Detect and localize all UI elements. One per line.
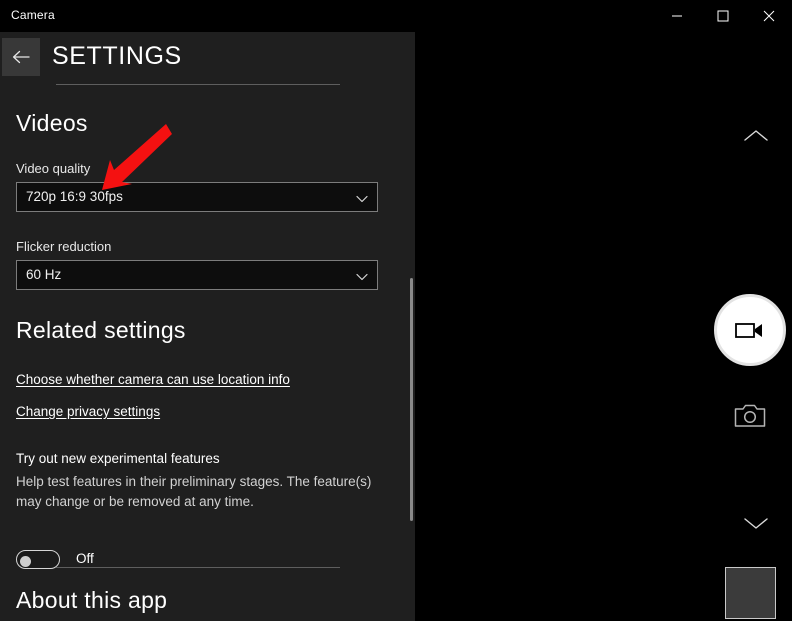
back-arrow-icon — [2, 38, 40, 76]
video-quality-dropdown[interactable]: 720p 16:9 30fps — [16, 182, 378, 212]
experimental-features-toggle[interactable] — [16, 550, 60, 569]
scroll-down-button[interactable] — [735, 509, 777, 539]
gallery-thumbnail[interactable] — [725, 567, 776, 619]
toggle-state-label: Off — [76, 551, 94, 566]
flicker-reduction-value: 60 Hz — [26, 267, 62, 282]
gallery-thumbnail-caption — [726, 610, 775, 617]
chevron-down-icon — [742, 517, 770, 534]
scroll-up-button[interactable] — [735, 122, 777, 152]
experimental-features-description: Help test features in their preliminary … — [16, 474, 372, 509]
section-heading-about-this-app: About this app — [16, 587, 168, 613]
section-heading-related-settings: Related settings — [16, 317, 186, 343]
window-title: Camera — [11, 8, 55, 22]
minimize-button[interactable] — [654, 0, 700, 32]
take-photo-button[interactable] — [733, 402, 767, 432]
maximize-button[interactable] — [700, 0, 746, 32]
header-divider — [56, 84, 340, 85]
back-button[interactable] — [2, 38, 40, 76]
flicker-reduction-label: Flicker reduction — [16, 239, 112, 254]
link-camera-location-info[interactable]: Choose whether camera can use location i… — [16, 372, 290, 387]
camera-icon — [733, 404, 767, 433]
video-quality-label: Video quality — [16, 161, 91, 176]
experimental-features-title: Try out new experimental features — [16, 451, 220, 466]
page-title: SETTINGS — [52, 42, 182, 70]
camera-viewfinder — [415, 32, 792, 621]
chevron-down-icon — [355, 270, 369, 282]
link-change-privacy-settings[interactable]: Change privacy settings — [16, 404, 160, 419]
title-bar: Camera — [0, 0, 792, 32]
toggle-knob — [20, 555, 31, 567]
chevron-down-icon — [355, 192, 369, 204]
record-video-button[interactable] — [714, 294, 786, 366]
chevron-up-icon — [742, 129, 770, 147]
scrollbar-thumb[interactable] — [410, 278, 413, 521]
flicker-reduction-dropdown[interactable]: 60 Hz — [16, 260, 378, 290]
camera-app-window: Camera SETTINGS Videos Video quality 720… — [0, 0, 792, 621]
video-quality-value: 720p 16:9 30fps — [26, 189, 123, 204]
about-divider — [56, 567, 340, 568]
section-heading-videos: Videos — [16, 110, 88, 136]
settings-panel: SETTINGS Videos Video quality 720p 16:9 … — [0, 32, 415, 621]
close-button[interactable] — [746, 0, 792, 32]
